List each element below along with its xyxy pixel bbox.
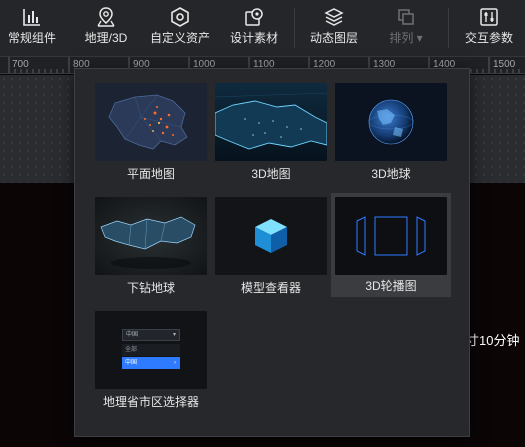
drilldown-thumbnail bbox=[95, 197, 207, 275]
component-label: 模型查看器 bbox=[240, 281, 301, 295]
model-viewer-thumbnail bbox=[215, 197, 327, 275]
flat-map-thumbnail bbox=[95, 83, 207, 161]
layers-icon bbox=[324, 8, 344, 26]
toolbar-interaction-params[interactable]: 交互参数 bbox=[462, 0, 516, 57]
component-label: 3D地球 bbox=[371, 167, 411, 181]
toolbar-common-components[interactable]: 常规组件 bbox=[6, 0, 58, 57]
top-toolbar: 常规组件 地理/3D 自定义资产 设计素材 动态图层 排列 ▾ 交互参数 bbox=[0, 0, 525, 57]
chevron-down-icon: ▾ bbox=[172, 332, 176, 338]
toolbar-separator bbox=[448, 8, 449, 48]
arrange-icon bbox=[398, 9, 414, 25]
component-label: 平面地图 bbox=[126, 167, 175, 181]
component-region-selector[interactable]: 中国 ▾ 全部 中国 › 地理省市区选择器 bbox=[91, 311, 211, 411]
component-drilldown-globe[interactable]: 下钻地球 bbox=[91, 197, 211, 297]
component-3d-globe[interactable]: 3D地球 bbox=[331, 83, 451, 183]
component-3d-carousel[interactable]: 3D轮播图 bbox=[331, 193, 451, 297]
toolbar-label: 动态图层 bbox=[309, 31, 358, 45]
toolbar-label: 自定义资产 bbox=[150, 31, 211, 45]
3d-map-thumbnail bbox=[215, 83, 327, 161]
toolbar-dynamic-layers[interactable]: 动态图层 bbox=[308, 0, 360, 57]
component-3d-map[interactable]: 3D地图 bbox=[211, 83, 331, 183]
design-material-icon bbox=[245, 8, 263, 26]
ruler-label: 700 bbox=[12, 59, 29, 70]
hexagon-icon bbox=[171, 7, 189, 27]
component-label: 下钻地球 bbox=[126, 281, 175, 295]
component-model-viewer[interactable]: 模型查看器 bbox=[211, 197, 331, 297]
toolbar-arrange[interactable]: 排列 ▾ bbox=[384, 0, 428, 57]
toolbar-geo-3d[interactable]: 地理/3D bbox=[80, 0, 132, 57]
component-label: 地理省市区选择器 bbox=[102, 395, 199, 409]
chevron-right-icon: › bbox=[174, 360, 176, 366]
selector-option-active: 中国 bbox=[125, 360, 138, 366]
geo-3d-component-panel: 平面地图 3D地图 3D地球 下钻地球 模型查看器 3D轮播图 中国 ▾ 全部 … bbox=[74, 68, 470, 437]
toolbar-label: 常规组件 bbox=[7, 31, 56, 45]
toolbar-label: 设计素材 bbox=[229, 31, 278, 45]
bar-chart-icon bbox=[23, 9, 40, 26]
3d-globe-thumbnail bbox=[335, 83, 447, 161]
sliders-icon bbox=[480, 8, 498, 26]
toolbar-design-materials[interactable]: 设计素材 bbox=[228, 0, 280, 57]
toolbar-separator bbox=[294, 8, 295, 48]
selector-input-text: 中国 bbox=[126, 332, 139, 338]
carousel-thumbnail bbox=[335, 197, 447, 275]
component-label: 3D轮播图 bbox=[365, 279, 417, 293]
map-pin-icon bbox=[97, 7, 115, 27]
canvas-text-widget[interactable]: 寸10分钟 bbox=[466, 330, 519, 349]
ruler-label: 1500 bbox=[493, 59, 516, 70]
toolbar-label: 排列 ▾ bbox=[389, 31, 423, 45]
toolbar-label: 交互参数 bbox=[464, 31, 513, 45]
toolbar-label: 地理/3D bbox=[84, 31, 128, 45]
component-label: 3D地图 bbox=[251, 167, 291, 181]
component-flat-map[interactable]: 平面地图 bbox=[91, 83, 211, 183]
selector-thumbnail: 中国 ▾ 全部 中国 › bbox=[95, 311, 207, 389]
selector-option: 全部 bbox=[122, 344, 180, 356]
toolbar-custom-assets[interactable]: 自定义资产 bbox=[150, 0, 210, 57]
